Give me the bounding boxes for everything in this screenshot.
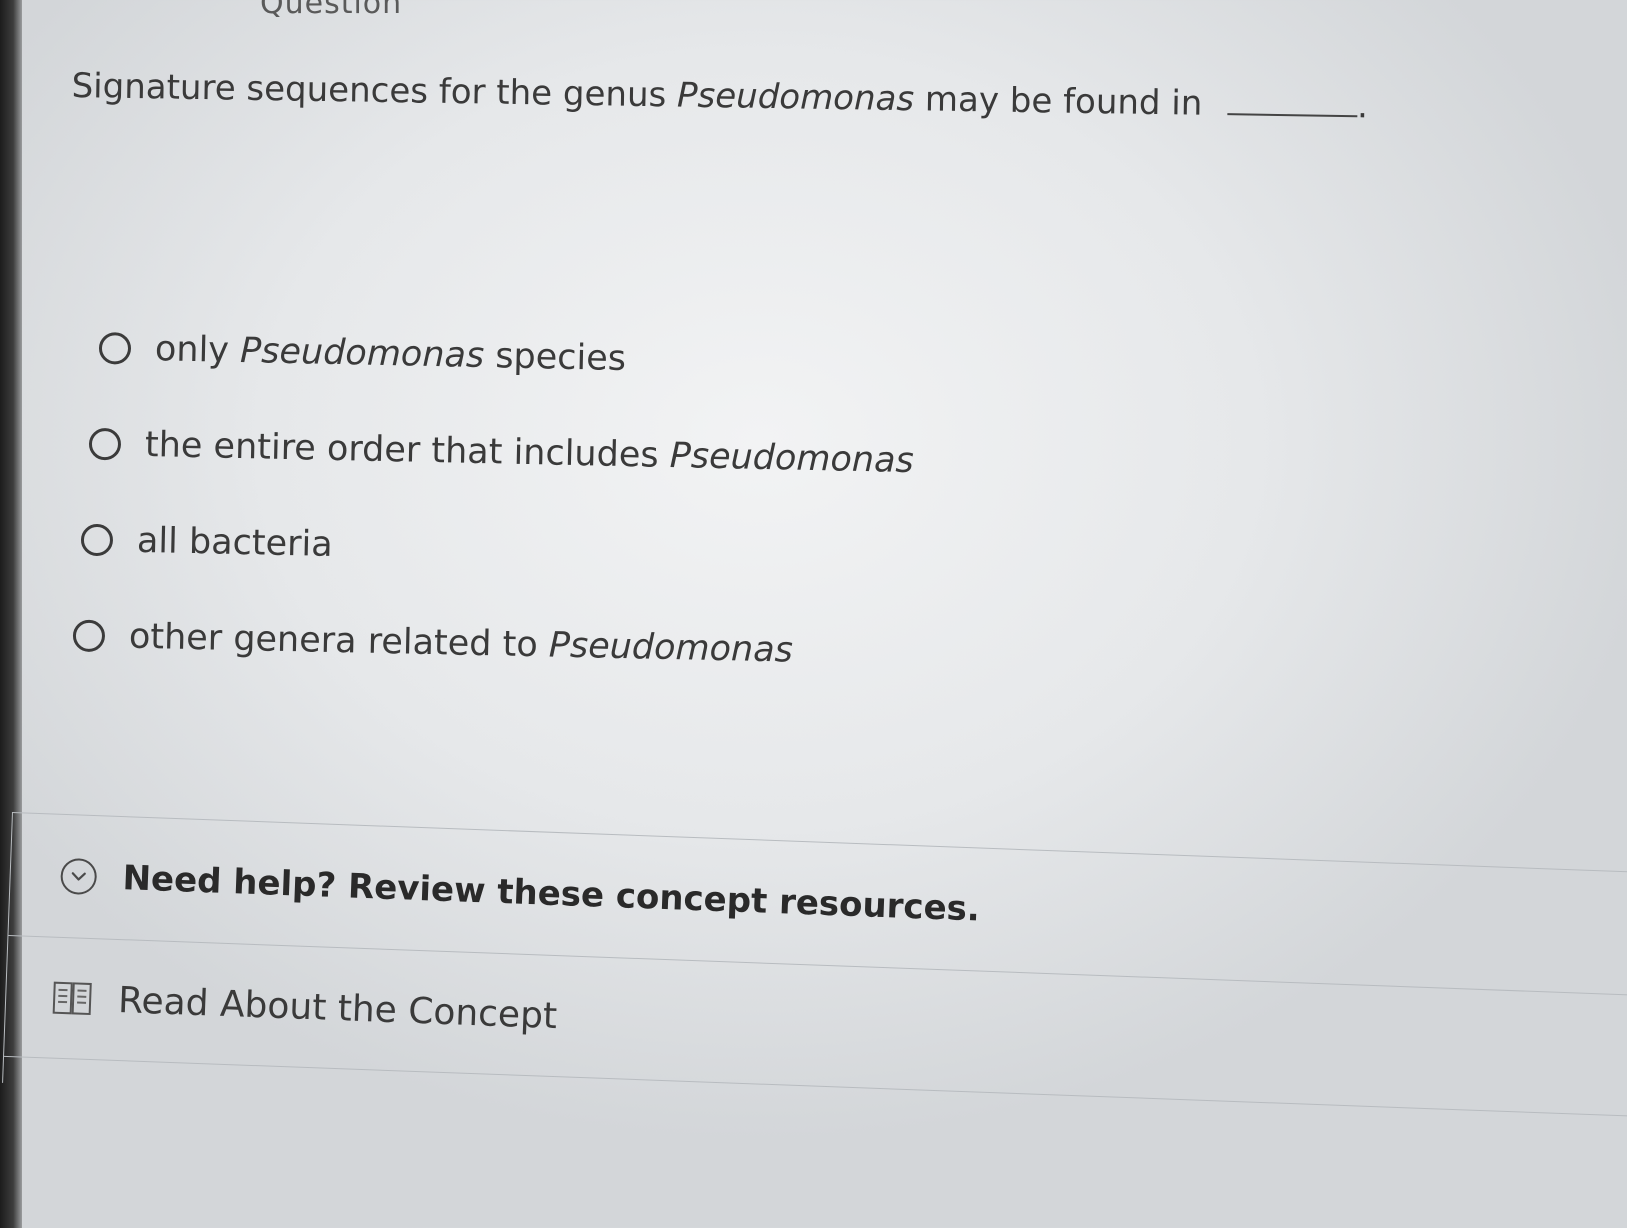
option-other-genera[interactable]: other genera related to Pseudomonas bbox=[72, 588, 911, 702]
question-ending: . bbox=[1356, 86, 1369, 127]
book-icon bbox=[52, 980, 93, 1017]
option-text-before: other genera related to bbox=[128, 616, 539, 666]
option-label: all bacteria bbox=[137, 521, 334, 565]
chevron-down-circle-icon[interactable] bbox=[60, 857, 98, 896]
radio-button[interactable] bbox=[80, 523, 114, 557]
question-prompt: Signature sequences for the genus Pseudo… bbox=[71, 64, 1402, 129]
option-text-before: all bacteria bbox=[136, 520, 334, 565]
option-label: only Pseudomonas species bbox=[155, 329, 627, 379]
answer-blank bbox=[1226, 83, 1358, 118]
option-genus: Pseudomonas bbox=[239, 330, 485, 377]
option-all-bacteria[interactable]: all bacteria bbox=[80, 492, 913, 605]
help-title: Need help? Review these concept resource… bbox=[121, 858, 981, 930]
option-genus: Pseudomonas bbox=[548, 625, 794, 671]
option-label: other genera related to Pseudomonas bbox=[129, 617, 794, 671]
radio-button[interactable] bbox=[88, 427, 122, 461]
option-text-after: species bbox=[494, 336, 627, 380]
option-text-before: only bbox=[154, 329, 230, 371]
option-entire-order[interactable]: the entire order that includes Pseudomon… bbox=[88, 396, 915, 509]
option-only-pseudomonas-species[interactable]: only Pseudomonas species bbox=[98, 300, 917, 413]
radio-button[interactable] bbox=[98, 331, 132, 365]
question-text-before: Signature sequences for the genus bbox=[71, 65, 667, 116]
option-text-before: the entire order that includes bbox=[144, 424, 659, 476]
question-genus: Pseudomonas bbox=[676, 75, 915, 120]
resource-label: Read About the Concept bbox=[117, 979, 558, 1037]
question-text-after: may be found in bbox=[924, 79, 1203, 124]
help-panel: Need help? Review these concept resource… bbox=[2, 812, 1627, 1144]
answer-options: only Pseudomonas species the entire orde… bbox=[72, 300, 917, 701]
option-label: the entire order that includes Pseudomon… bbox=[145, 425, 915, 481]
radio-button[interactable] bbox=[72, 619, 106, 653]
option-genus: Pseudomonas bbox=[669, 435, 915, 482]
partial-heading: Question bbox=[260, 0, 403, 21]
